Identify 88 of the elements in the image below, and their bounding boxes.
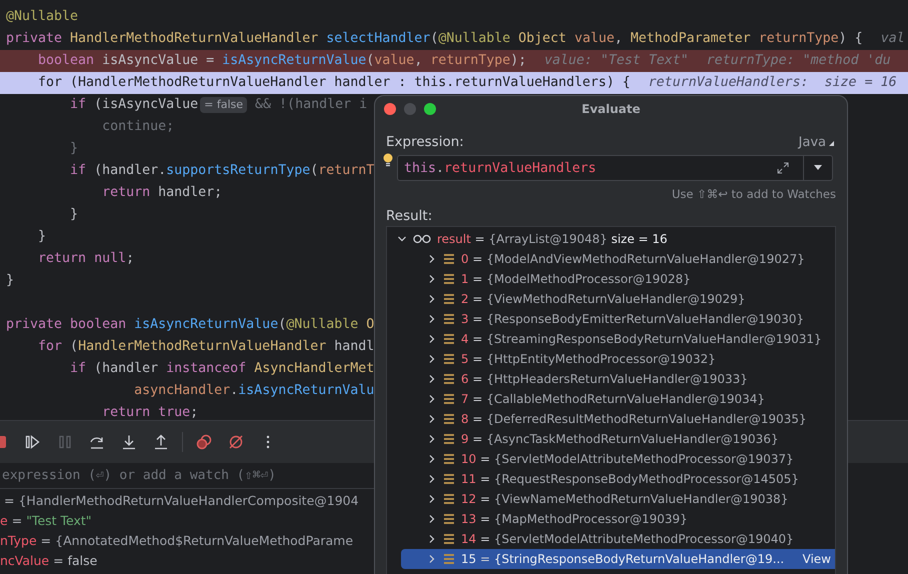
list-icon <box>443 493 455 505</box>
element-value: 11 = {RequestResponseBodyMethodProcessor@14505} <box>461 472 799 486</box>
zoom-button[interactable] <box>424 103 436 115</box>
code-line: private HandlerMethodReturnValueHandler selectHandler(@Nullable Object value, MethodParameter returnType) { <box>6 30 863 48</box>
result-node[interactable]: result = {ArrayList@19048} size = 16 <box>437 232 668 246</box>
element-value: 12 = {ViewNameMethodReturnValueHandler@19038} <box>461 492 788 506</box>
view-link[interactable]: View <box>802 552 835 566</box>
inline-hint: returnType: "method 'du <box>706 52 891 70</box>
watches-hint: Use ⇧⌘↩ to add to Watches <box>672 187 836 201</box>
element-value: 8 = {DeferredResultMethodReturnValueHandler@19035} <box>461 412 807 426</box>
lightbulb-icon[interactable] <box>383 153 393 167</box>
tree-row[interactable]: 4 = {StreamingResponseBodyReturnValueHandler@19031} <box>401 329 835 349</box>
list-icon <box>443 313 455 325</box>
element-value: 0 = {ModelAndViewMethodReturnValueHandler@19027} <box>461 252 805 266</box>
list-icon <box>443 253 455 265</box>
tree-row[interactable]: 9 = {AsyncTaskMethodReturnValueHandler@19036} <box>401 429 835 449</box>
list-icon <box>443 433 455 445</box>
code-line: if (handler.supportsReturnType(returnT <box>69 162 374 180</box>
language-selector[interactable]: Java <box>798 134 835 150</box>
close-button[interactable] <box>384 103 396 115</box>
code-line: @Nullable <box>6 8 78 26</box>
caret-icon <box>829 141 835 147</box>
element-value: 1 = {ModelMethodProcessor@19028} <box>461 272 691 286</box>
code-line: } <box>6 272 14 290</box>
list-icon <box>443 373 455 385</box>
element-value: 5 = {HttpEntityMethodProcessor@19032} <box>461 352 716 366</box>
element-value: 10 = {ServletModelAttributeMethodProcessor@19037} <box>461 452 794 466</box>
code-line: if (handler instanceof AsyncHandlerMet <box>69 360 374 378</box>
element-value: 3 = {ResponseBodyEmitterReturnValueHandler@19030} <box>461 312 804 326</box>
tree-row[interactable]: 1 = {ModelMethodProcessor@19028} <box>401 269 835 289</box>
dialog-title: Evaluate <box>582 102 640 116</box>
expression-field[interactable]: this.returnValueHandlers <box>397 155 833 181</box>
element-value: 13 = {MapMethodProcessor@19039} <box>461 512 688 526</box>
list-icon <box>443 413 455 425</box>
element-value: 4 = {StreamingResponseBodyReturnValueHandler@19031} <box>461 332 822 346</box>
element-value: 15 = {StringResponseBodyReturnValueHandler@19... <box>461 552 784 566</box>
inline-hint: value: "Test Text" <box>544 52 689 70</box>
expand-icon[interactable] <box>777 162 789 174</box>
inline-hint: val <box>880 30 905 48</box>
element-value: 6 = {HttpHeadersReturnValueHandler@19033} <box>461 372 748 386</box>
code-line: } <box>37 228 46 246</box>
tree-row[interactable]: 3 = {ResponseBodyEmitterReturnValueHandler@19030} <box>401 309 835 329</box>
element-value: 14 = {ServletModelAttributeMethodProcessor@19040} <box>461 532 794 546</box>
tree-row[interactable]: 7 = {CallableMethodReturnValueHandler@19034} <box>401 389 835 409</box>
code-line: && !(handler i <box>254 96 368 114</box>
list-icon <box>443 293 455 305</box>
tree-row[interactable]: 11 = {RequestResponseBodyMethodProcessor@14505} <box>401 469 835 489</box>
value-badge: = false <box>200 97 248 113</box>
tree-row[interactable]: 2 = {ViewMethodReturnValueHandler@19029} <box>401 289 835 309</box>
code-line: continue; <box>101 118 174 136</box>
caret-icon <box>813 165 823 171</box>
code-line: boolean isAsyncValue = isAsyncReturnValue(value, returnType); <box>37 52 526 70</box>
tree-row[interactable]: 14 = {ServletModelAttributeMethodProcessor@19040} <box>401 529 835 549</box>
list-icon <box>443 553 455 565</box>
code-line: return true; <box>101 404 198 420</box>
list-icon <box>443 273 455 285</box>
tree-row[interactable]: 15 = {StringResponseBodyReturnValueHandler@19... View <box>401 549 835 569</box>
code-line: } <box>69 206 78 224</box>
element-value: 7 = {CallableMethodReturnValueHandler@19034} <box>461 392 765 406</box>
list-icon <box>443 473 455 485</box>
list-icon <box>443 453 455 465</box>
element-value: 2 = {ViewMethodReturnValueHandler@19029} <box>461 292 746 306</box>
element-value: 9 = {AsyncTaskMethodReturnValueHandler@19036} <box>461 432 778 446</box>
tree-row[interactable]: 10 = {ServletModelAttributeMethodProcessor@19037} <box>401 449 835 469</box>
result-label: Result: <box>386 208 434 224</box>
list-icon <box>443 353 455 365</box>
list-icon <box>443 533 455 545</box>
glasses-icon <box>413 234 431 244</box>
code-line: if (isAsyncValue <box>69 96 198 114</box>
list-icon <box>443 513 455 525</box>
list-icon <box>443 333 455 345</box>
code-line: asyncHandler.isAsyncReturnValu <box>133 382 374 400</box>
list-icon <box>443 393 455 405</box>
code-line: private boolean isAsyncReturnValue(@Nullable O <box>6 316 374 334</box>
tree-row[interactable]: 13 = {MapMethodProcessor@19039} <box>401 509 835 529</box>
inline-hint: returnValueHandlers: size = 16 <box>648 74 897 92</box>
tree-row[interactable]: 6 = {HttpHeadersReturnValueHandler@19033} <box>401 369 835 389</box>
tree-row[interactable]: 12 = {ViewNameMethodReturnValueHandler@19038} <box>401 489 835 509</box>
tree-row[interactable]: 0 = {ModelAndViewMethodReturnValueHandler@19027} <box>401 249 835 269</box>
code-line: return null; <box>37 250 134 268</box>
code-line: } <box>69 140 78 158</box>
tree-row[interactable]: 8 = {DeferredResultMethodReturnValueHandler@19035} <box>401 409 835 429</box>
code-line: for (HandlerMethodReturnValueHandler handl <box>37 338 374 356</box>
code-line: return handler; <box>101 184 222 202</box>
tree-row[interactable]: 5 = {HttpEntityMethodProcessor@19032} <box>401 349 835 369</box>
chevron-icon[interactable] <box>397 234 407 244</box>
expression-label: Expression: <box>386 134 464 150</box>
code-line: for (HandlerMethodReturnValueHandler handler : this.returnValueHandlers) { <box>37 74 630 92</box>
